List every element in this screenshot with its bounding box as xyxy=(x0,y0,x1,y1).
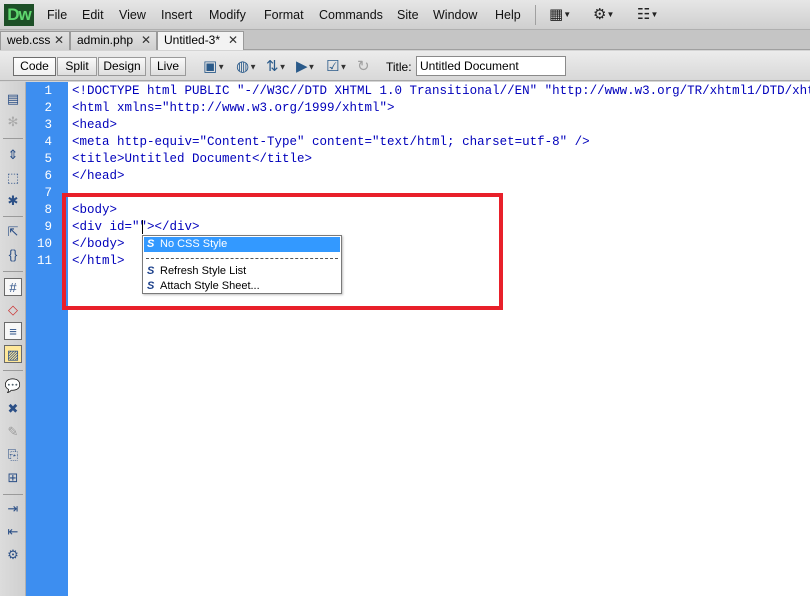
indent-code-icon[interactable]: ⇥ xyxy=(4,500,22,518)
move-css-icon[interactable]: ⊞ xyxy=(4,469,22,487)
tab-untitled-3[interactable]: Untitled-3* ✕ xyxy=(157,31,244,50)
tab-label: admin.php xyxy=(77,33,134,47)
live-view-button[interactable]: Live xyxy=(150,57,186,76)
tab-label: Untitled-3* xyxy=(164,33,221,47)
document-tab-bar: web.css ✕ admin.php ✕ Untitled-3* ✕ xyxy=(0,30,810,50)
open-documents-icon[interactable]: ▤ xyxy=(4,90,22,108)
title-label: Title: xyxy=(386,60,412,74)
show-code-navigator-icon[interactable]: ✻ xyxy=(4,113,22,131)
toolbar-separator xyxy=(3,494,23,495)
expand-all-icon[interactable]: ✱ xyxy=(4,192,22,210)
line-number: 10 xyxy=(36,237,52,251)
toolbar-separator xyxy=(3,138,23,139)
menu-format[interactable]: Format xyxy=(264,8,304,22)
menu-bar: Dw File Edit View Insert Modify Format C… xyxy=(0,0,810,30)
syntax-coloring-icon[interactable]: ▨ xyxy=(4,345,22,363)
css-style-icon: S xyxy=(147,265,155,277)
code-line[interactable]: <head> xyxy=(72,118,117,132)
menu-commands[interactable]: Commands xyxy=(319,8,383,22)
collapse-selection-icon[interactable]: ⬚ xyxy=(4,169,22,187)
gear-icon[interactable]: ⚙▼ xyxy=(593,5,614,25)
line-numbers-icon[interactable]: # xyxy=(4,278,22,296)
toolbar-separator xyxy=(3,216,23,217)
hint-item-no-css-style[interactable]: S No CSS Style xyxy=(144,237,340,252)
menu-insert[interactable]: Insert xyxy=(161,8,192,22)
tab-label: web.css xyxy=(7,33,51,47)
hint-item-attach-style-sheet[interactable]: S Attach Style Sheet... xyxy=(144,279,340,294)
multiscreen-icon[interactable]: ▣▼ xyxy=(203,57,225,76)
line-number: 1 xyxy=(44,84,52,98)
tab-web-css[interactable]: web.css ✕ xyxy=(0,31,70,50)
hint-item-label: Refresh Style List xyxy=(160,265,247,277)
tab-admin-php[interactable]: admin.php ✕ xyxy=(70,31,157,50)
hint-item-refresh-style-list[interactable]: S Refresh Style List xyxy=(144,264,340,279)
line-number: 8 xyxy=(44,203,52,217)
code-line[interactable]: </head> xyxy=(72,169,125,183)
layout-switcher-icon[interactable]: ▦▼ xyxy=(549,5,571,25)
line-number: 9 xyxy=(44,220,52,234)
menu-edit[interactable]: Edit xyxy=(82,8,104,22)
menu-separator xyxy=(535,5,536,25)
site-manager-icon[interactable]: ☷▼ xyxy=(637,5,658,25)
document-title-input[interactable] xyxy=(416,56,566,76)
split-view-button[interactable]: Split xyxy=(57,57,97,76)
balance-braces-icon[interactable]: {} xyxy=(4,246,22,264)
close-icon[interactable]: ✕ xyxy=(141,32,151,49)
refresh-icon[interactable]: ↻ xyxy=(357,57,370,76)
line-number-gutter: 1 2 3 4 5 6 7 8 9 10 11 xyxy=(26,82,68,596)
hint-separator xyxy=(146,258,338,259)
code-editor[interactable]: <!DOCTYPE html PUBLIC "-//W3C//DTD XHTML… xyxy=(68,82,810,596)
toolbar-separator xyxy=(3,370,23,371)
format-source-code-icon[interactable]: ⚙ xyxy=(4,546,22,564)
outdent-code-icon[interactable]: ⇤ xyxy=(4,523,22,541)
code-line[interactable]: <title>Untitled Document</title> xyxy=(72,152,312,166)
line-number: 6 xyxy=(44,169,52,183)
word-wrap-icon[interactable]: ≡ xyxy=(4,322,22,340)
menu-view[interactable]: View xyxy=(119,8,146,22)
code-line[interactable]: <!DOCTYPE html PUBLIC "-//W3C//DTD XHTML… xyxy=(72,84,810,98)
css-style-icon: S xyxy=(147,280,155,292)
close-icon[interactable]: ✕ xyxy=(228,32,238,49)
collapse-full-tag-icon[interactable]: ⇕ xyxy=(4,146,22,164)
design-view-button[interactable]: Design xyxy=(98,57,146,76)
toolbar-separator xyxy=(3,271,23,272)
menu-modify[interactable]: Modify xyxy=(209,8,246,22)
code-hint-popup[interactable]: S No CSS Style S Refresh Style List S At… xyxy=(142,235,342,294)
file-management-icon[interactable]: ⇅▼ xyxy=(266,57,287,76)
menu-window[interactable]: Window xyxy=(433,8,477,22)
hint-item-label: No CSS Style xyxy=(160,238,228,250)
menu-file[interactable]: File xyxy=(47,8,67,22)
dreamweaver-logo: Dw xyxy=(4,4,34,26)
line-number: 2 xyxy=(44,101,52,115)
document-toolbar: Code Split Design Live ▣▼ ◍▼ ⇅▼ ▶▼ ☑▼ ↻ … xyxy=(0,51,810,81)
css-style-icon: S xyxy=(147,238,155,250)
line-number: 5 xyxy=(44,152,52,166)
code-line[interactable]: <html xmlns="http://www.w3.org/1999/xhtm… xyxy=(72,101,395,115)
check-page-icon[interactable]: ☑▼ xyxy=(326,57,347,76)
wrap-tag-icon[interactable]: ✎ xyxy=(4,423,22,441)
debug-icon[interactable]: ▶▼ xyxy=(296,57,315,76)
coding-toolbar: ▤ ✻ ⇕ ⬚ ✱ ⇱ {} # ◇ ≡ ▨ 💬 ✖ ✎ ⎘ ⊞ ⇥ ⇤ ⚙ xyxy=(0,82,26,596)
select-parent-tag-icon[interactable]: ⇱ xyxy=(4,223,22,241)
menu-help[interactable]: Help xyxy=(495,8,521,22)
apply-comment-icon[interactable]: 💬 xyxy=(4,377,22,395)
menu-site[interactable]: Site xyxy=(397,8,419,22)
line-number: 11 xyxy=(36,254,52,268)
preview-browser-icon[interactable]: ◍▼ xyxy=(236,57,257,76)
line-number: 3 xyxy=(44,118,52,132)
code-line[interactable]: <meta http-equiv="Content-Type" content=… xyxy=(72,135,590,149)
recent-snippets-icon[interactable]: ⎘ xyxy=(4,446,22,464)
close-icon[interactable]: ✕ xyxy=(54,32,64,49)
highlight-invalid-code-icon[interactable]: ◇ xyxy=(4,301,22,319)
line-number: 4 xyxy=(44,135,52,149)
remove-comment-icon[interactable]: ✖ xyxy=(4,400,22,418)
hint-item-label: Attach Style Sheet... xyxy=(160,280,260,292)
line-number: 7 xyxy=(44,186,52,200)
code-view-button[interactable]: Code xyxy=(13,57,56,76)
